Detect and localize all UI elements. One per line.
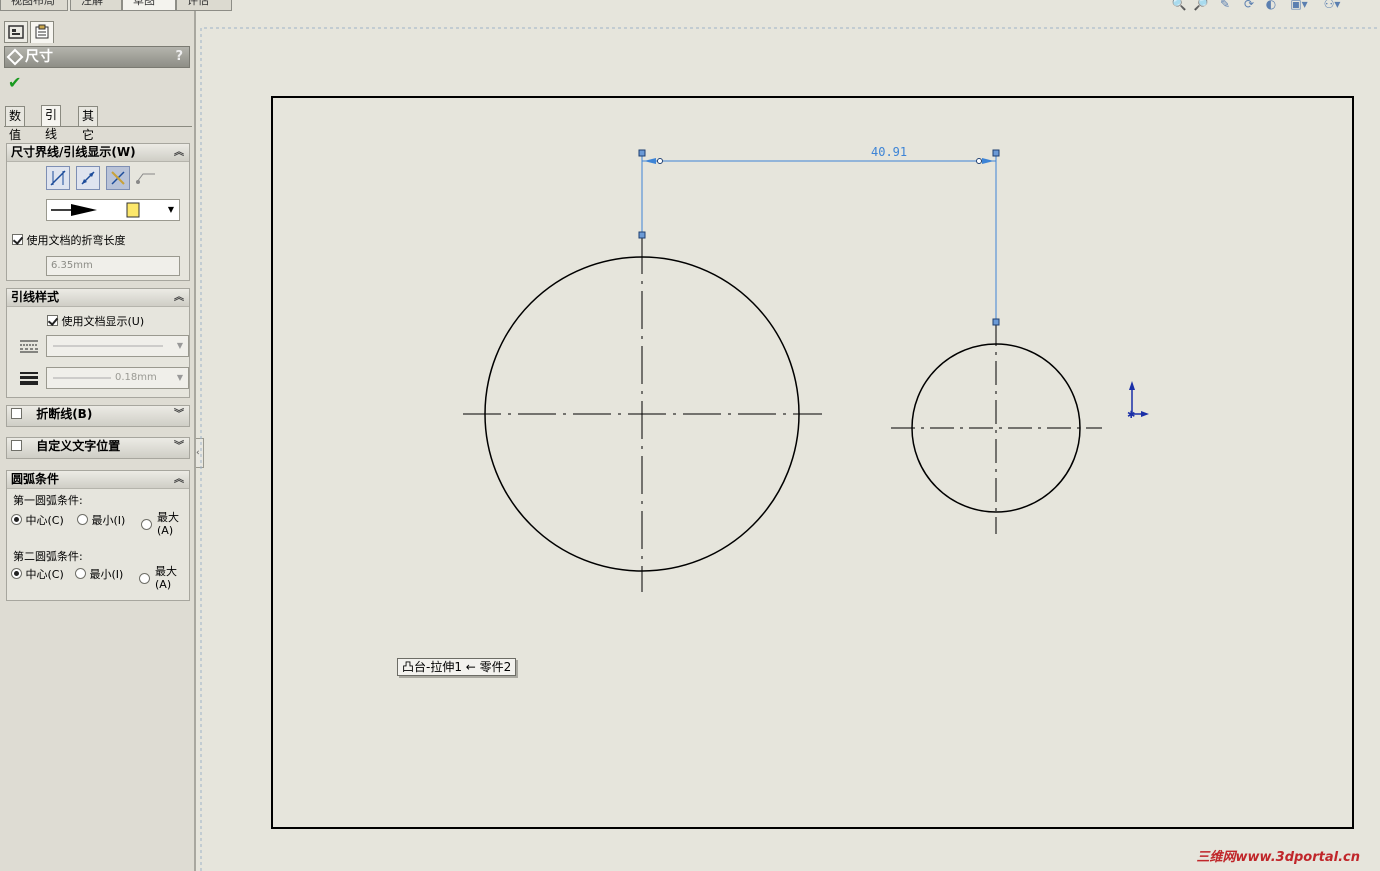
drawing-frame bbox=[271, 96, 1354, 829]
feature-tooltip: 凸台-拉伸1 ← 零件2 bbox=[397, 658, 517, 676]
dimension-value[interactable]: 40.91 bbox=[871, 145, 907, 159]
sheet-boundary bbox=[200, 27, 1380, 871]
drawing-svg: 40.91 ✱ bbox=[200, 27, 1380, 871]
arrowhead-left bbox=[644, 158, 656, 164]
origin-triad: ✱ bbox=[1127, 381, 1149, 421]
watermark: 三维网www.3dportal.cn bbox=[1196, 850, 1360, 865]
grip-handle[interactable] bbox=[638, 149, 646, 157]
grip-handle[interactable] bbox=[638, 231, 646, 239]
svg-text:✱: ✱ bbox=[1127, 410, 1135, 421]
grip-handle[interactable] bbox=[992, 149, 1000, 157]
arrow-handle-right[interactable] bbox=[976, 158, 982, 164]
arrowhead-right bbox=[982, 158, 994, 164]
arrow-handle-left[interactable] bbox=[657, 158, 663, 164]
linear-dimension[interactable]: 40.91 bbox=[638, 145, 1000, 326]
grip-handle[interactable] bbox=[992, 318, 1000, 326]
